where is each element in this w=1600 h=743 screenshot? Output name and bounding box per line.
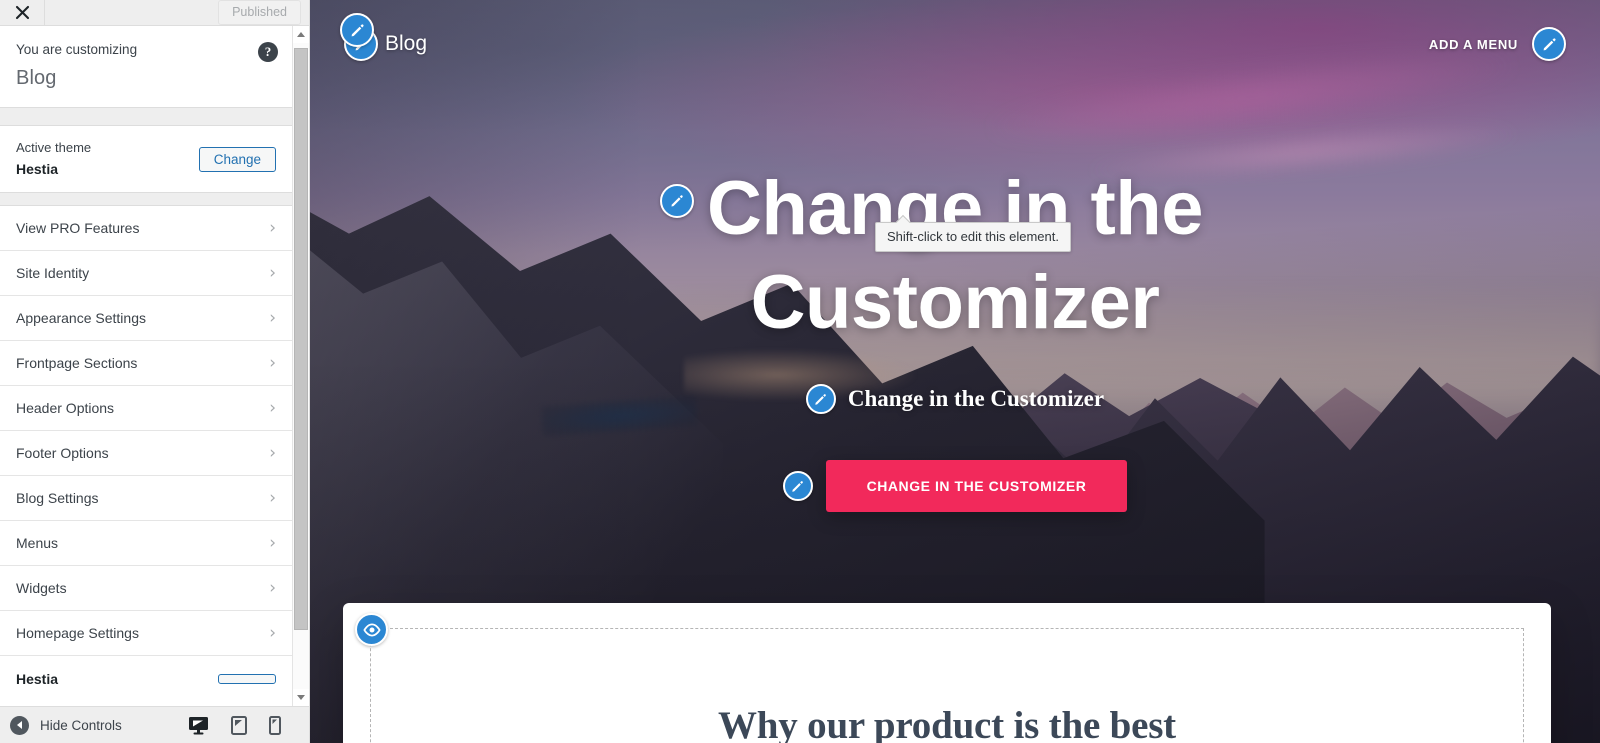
hero-subtitle-block: Change in the Customizer <box>805 384 1104 415</box>
publish-button[interactable]: Published <box>218 0 301 26</box>
sidebar-item-label: Appearance Settings <box>16 310 146 327</box>
sidebar-item-footer-options[interactable]: Footer Options › <box>0 431 292 477</box>
sidebar-scrollbar[interactable] <box>292 26 309 706</box>
chevron-right-icon: › <box>269 307 276 328</box>
panel-divider <box>0 107 292 127</box>
scrollbar-thumb[interactable] <box>294 48 308 630</box>
scrollbar-down-button[interactable] <box>293 689 309 706</box>
chevron-right-icon: › <box>269 487 276 508</box>
sidebar-item-menus[interactable]: Menus › <box>0 521 292 567</box>
hide-controls-label: Hide Controls <box>40 717 122 733</box>
hestia-action-button[interactable] <box>218 673 276 684</box>
sidebar-item-label: Site Identity <box>16 265 90 282</box>
chevron-right-icon: › <box>269 577 276 598</box>
sidebar-item-homepage-settings[interactable]: Homepage Settings › <box>0 611 292 657</box>
device-preview-group <box>188 715 299 735</box>
scrollbar-up-button[interactable] <box>293 26 309 43</box>
chevron-down-icon <box>297 695 305 700</box>
customizer-sections-list: You are customizing Blog ? Active theme … <box>0 26 292 706</box>
sidebar-item-label: Frontpage Sections <box>16 355 138 372</box>
sidebar-item-label: Blog Settings <box>16 490 99 507</box>
tooltip-text: Shift-click to edit this element. <box>887 229 1059 244</box>
features-section-card: Why our product is the best <box>343 603 1551 743</box>
active-theme-text: Active theme Hestia <box>16 139 91 179</box>
sidebar-item-label: View PRO Features <box>16 220 140 237</box>
hero-cta-button[interactable]: CHANGE IN THE CUSTOMIZER <box>825 460 1128 513</box>
sidebar-item-label: Menus <box>16 535 59 552</box>
sidebar-item-label: Footer Options <box>16 445 109 462</box>
customizing-label: You are customizing <box>16 42 138 57</box>
eye-icon[interactable] <box>355 613 388 646</box>
sidebar-item-label: Homepage Settings <box>16 625 139 642</box>
edit-pencil-icon[interactable] <box>782 471 813 502</box>
sidebar-item-hestia-partial[interactable]: Hestia <box>0 656 292 702</box>
sidebar-item-header-options[interactable]: Header Options › <box>0 386 292 432</box>
chevron-right-icon: › <box>269 262 276 283</box>
chevron-right-icon: › <box>269 532 276 553</box>
hide-controls-button[interactable]: Hide Controls <box>10 715 188 735</box>
customizer-panel: Published You are customizing Blog ? Act… <box>0 0 310 743</box>
mobile-preview-icon[interactable] <box>269 715 281 735</box>
desktop-preview-icon[interactable] <box>188 716 209 735</box>
chevron-right-icon: › <box>269 397 276 418</box>
customizer-topbar: Published <box>0 0 309 26</box>
sidebar-item-appearance-settings[interactable]: Appearance Settings › <box>0 296 292 342</box>
hero-title-line-2: Customizer <box>750 260 1160 346</box>
sidebar-item-widgets[interactable]: Widgets › <box>0 566 292 612</box>
sidebar-item-label: Hestia <box>16 670 59 687</box>
section-visibility-toggle[interactable] <box>355 613 388 646</box>
customizer-footer: Hide Controls <box>0 706 309 743</box>
change-theme-button[interactable]: Change <box>198 146 276 172</box>
sidebar-item-blog-settings[interactable]: Blog Settings › <box>0 476 292 522</box>
customizer-scroll-region: You are customizing Blog ? Active theme … <box>0 26 309 706</box>
edit-pencil-icon[interactable] <box>805 384 836 415</box>
sidebar-item-label: Header Options <box>16 400 115 417</box>
hero-cta-block: CHANGE IN THE CUSTOMIZER <box>782 460 1128 513</box>
edit-pencil-icon[interactable] <box>660 184 695 218</box>
chevron-up-icon <box>297 32 305 37</box>
customizing-info: You are customizing Blog ? <box>0 26 292 108</box>
hero-subtitle[interactable]: Change in the Customizer <box>848 386 1104 412</box>
active-theme-row: Active theme Hestia Change <box>0 126 292 194</box>
sidebar-item-label: Widgets <box>16 580 67 597</box>
tablet-preview-icon[interactable] <box>231 715 247 735</box>
close-icon[interactable] <box>0 0 45 25</box>
active-theme-label: Active theme <box>16 140 92 156</box>
page-title: Blog <box>16 67 57 90</box>
sidebar-item-view-pro-features[interactable]: View PRO Features › <box>0 206 292 252</box>
sidebar-item-site-identity[interactable]: Site Identity › <box>0 251 292 297</box>
section-heading: Why our product is the best <box>718 704 1176 743</box>
chevron-right-icon: › <box>269 352 276 373</box>
panel-divider-2 <box>0 193 292 207</box>
sidebar-item-frontpage-sections[interactable]: Frontpage Sections › <box>0 341 292 387</box>
help-icon[interactable]: ? <box>258 42 278 62</box>
edit-tooltip: Shift-click to edit this element. <box>875 214 1071 252</box>
collapse-arrow-icon <box>10 715 29 735</box>
chevron-right-icon: › <box>269 622 276 643</box>
hero-title[interactable]: Change in the Customizer <box>707 162 1203 350</box>
chevron-right-icon: › <box>269 442 276 463</box>
active-theme-name: Hestia <box>16 161 59 178</box>
site-preview: Blog ADD A MENU Change in the Customizer… <box>310 0 1600 743</box>
customizer-screen: Published You are customizing Blog ? Act… <box>0 0 1600 743</box>
hero-title-block: Change in the Customizer <box>660 162 1203 350</box>
chevron-right-icon: › <box>269 217 276 238</box>
